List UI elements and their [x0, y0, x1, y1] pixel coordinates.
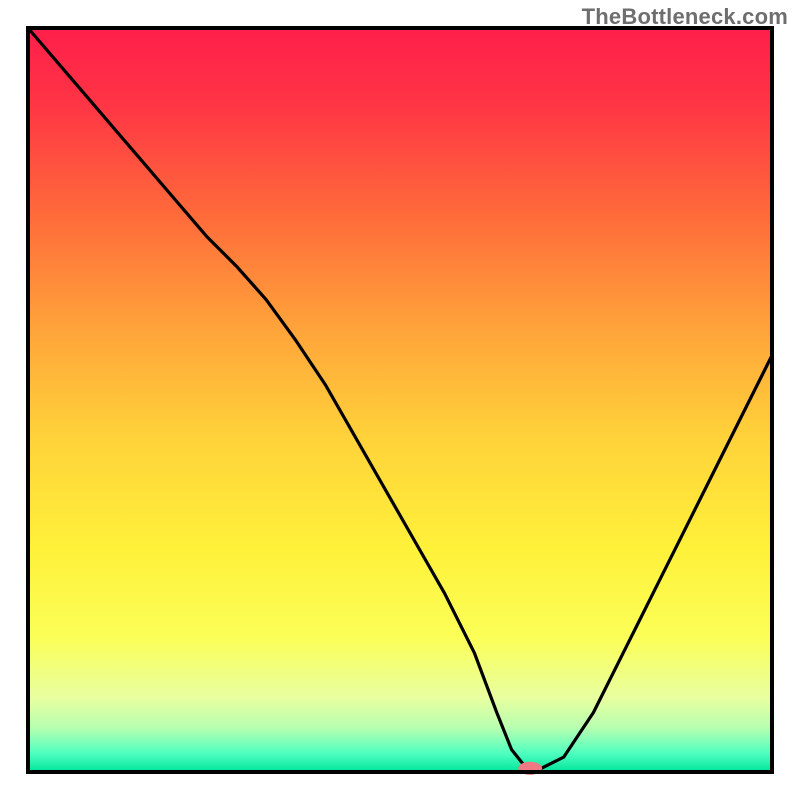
chart-container: TheBottleneck.com [0, 0, 800, 800]
chart-background-gradient [28, 28, 772, 772]
bottleneck-chart [0, 0, 800, 800]
watermark-text: TheBottleneck.com [582, 4, 788, 30]
